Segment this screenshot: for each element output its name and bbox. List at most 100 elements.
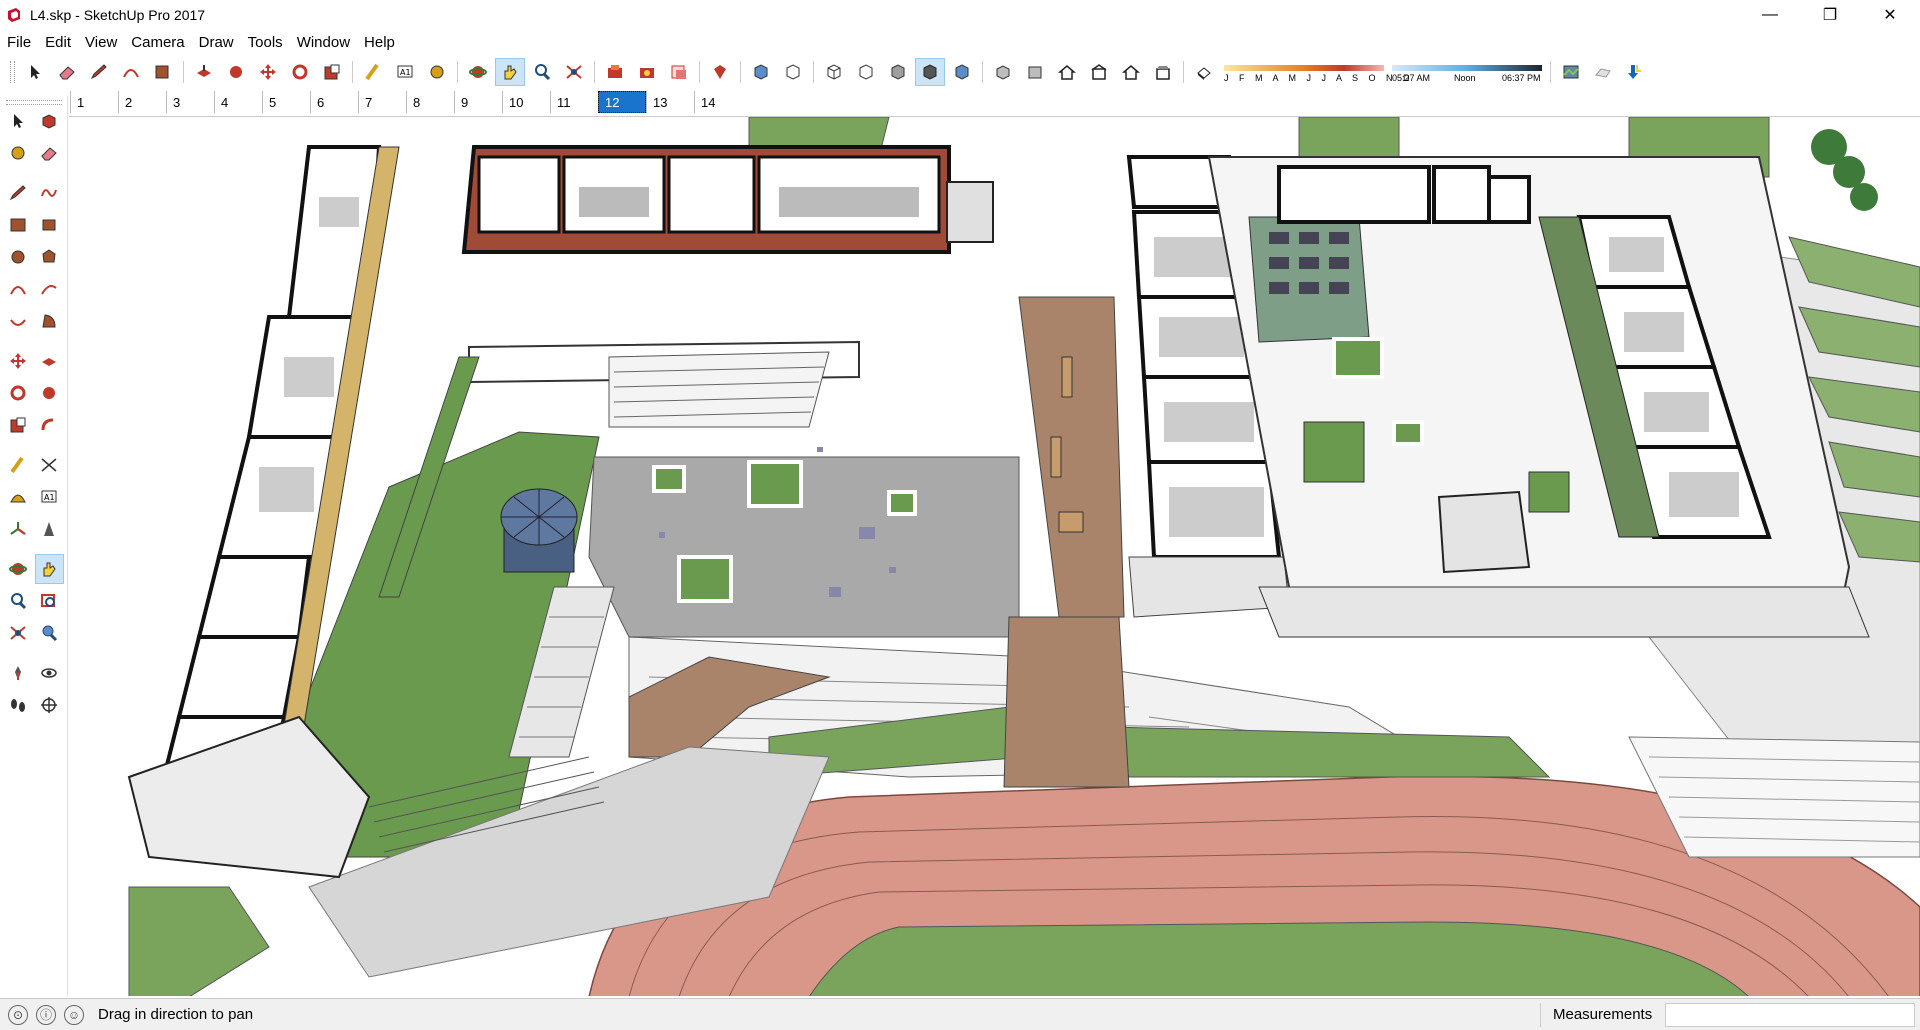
scene-tab[interactable]: 1 [70, 91, 118, 113]
two-point-arc-icon[interactable] [36, 275, 64, 303]
select-icon[interactable] [4, 107, 32, 135]
shadows-toggle-icon[interactable] [1190, 59, 1218, 85]
walk-icon[interactable] [4, 691, 32, 719]
send-to-layout-icon[interactable] [665, 59, 693, 85]
paint-bucket-icon[interactable] [4, 139, 32, 167]
warehouse-icon[interactable] [601, 59, 629, 85]
line-icon[interactable] [4, 179, 32, 207]
measurements-input[interactable] [1665, 1003, 1915, 1027]
back-view-icon[interactable] [1117, 59, 1145, 85]
pencil-icon[interactable] [85, 59, 113, 85]
scene-tab[interactable]: 6 [310, 91, 358, 113]
rotate-icon[interactable] [286, 59, 314, 85]
geo-location-status-icon[interactable]: ⊙ [8, 1004, 28, 1025]
left-view-icon[interactable] [1149, 59, 1177, 85]
upload-icon[interactable] [1621, 59, 1649, 85]
rotate-icon[interactable] [4, 379, 32, 407]
scene-tab[interactable]: 14 [694, 91, 742, 113]
make-component-icon[interactable] [36, 107, 64, 135]
previous-view-icon[interactable] [36, 619, 64, 647]
follow-me-icon[interactable] [36, 379, 64, 407]
back-edges-icon[interactable] [779, 59, 807, 85]
credits-info-icon[interactable]: ⓘ [36, 1004, 56, 1025]
shadow-date-slider[interactable]: J F M A M J J A S O N D [1224, 60, 1410, 84]
shadow-time-slider[interactable]: 05:27 AM Noon 06:37 PM [1392, 60, 1542, 84]
rectangle-icon[interactable] [4, 211, 32, 239]
iso-icon[interactable] [989, 59, 1017, 85]
scale-icon[interactable] [4, 411, 32, 439]
offset-icon[interactable] [36, 411, 64, 439]
zoom-icon[interactable] [528, 59, 556, 85]
tape-measure-icon[interactable] [359, 59, 387, 85]
tape-measure-icon[interactable] [4, 451, 32, 479]
menu-window[interactable]: Window [290, 34, 357, 51]
menu-file[interactable]: File [0, 34, 38, 51]
protractor-icon[interactable] [4, 483, 32, 511]
scene-tab[interactable]: 9 [454, 91, 502, 113]
menu-draw[interactable]: Draw [192, 34, 241, 51]
zoom-extents-icon[interactable] [560, 59, 588, 85]
top-view-icon[interactable] [1021, 59, 1049, 85]
extension-warehouse-icon[interactable] [633, 59, 661, 85]
scene-tab[interactable]: 3 [166, 91, 214, 113]
move-icon[interactable] [4, 347, 32, 375]
model-viewport[interactable] [69, 116, 1920, 996]
menu-help[interactable]: Help [357, 34, 402, 51]
follow-me-icon[interactable] [222, 59, 250, 85]
pan-icon[interactable] [495, 58, 525, 86]
orbit-icon[interactable] [464, 59, 492, 85]
zoom-extents-icon[interactable] [4, 619, 32, 647]
menu-view[interactable]: View [78, 34, 124, 51]
minimize-button[interactable]: — [1740, 0, 1800, 30]
shaded-textures-icon[interactable] [915, 58, 945, 86]
look-around-icon[interactable] [36, 659, 64, 687]
close-button[interactable]: ✕ [1860, 0, 1920, 30]
polygon-icon[interactable] [36, 243, 64, 271]
scene-tab[interactable]: 10 [502, 91, 550, 113]
paint-icon[interactable] [423, 59, 451, 85]
scene-tab[interactable]: 7 [358, 91, 406, 113]
sandbox-icon[interactable] [1589, 59, 1617, 85]
shaded-icon[interactable] [884, 59, 912, 85]
circle-icon[interactable] [4, 243, 32, 271]
xray-icon[interactable] [747, 59, 775, 85]
section-plane-icon[interactable] [36, 691, 64, 719]
paint-bucket-icon[interactable] [149, 59, 177, 85]
scene-tab[interactable]: 5 [262, 91, 310, 113]
toolbar-grip[interactable] [10, 61, 15, 83]
text-icon[interactable]: A1 [391, 59, 419, 85]
text-icon[interactable]: A1 [36, 483, 64, 511]
orbit-icon[interactable] [4, 555, 32, 583]
pan-icon[interactable] [34, 554, 64, 584]
scene-tab[interactable]: 8 [406, 91, 454, 113]
geo-location-icon[interactable] [1557, 59, 1585, 85]
right-view-icon[interactable] [1085, 59, 1113, 85]
pie-icon[interactable] [36, 307, 64, 335]
user-account-icon[interactable]: ☺ [64, 1004, 84, 1025]
arc-icon[interactable] [117, 59, 145, 85]
move-icon[interactable] [254, 59, 282, 85]
maximize-button[interactable]: ❐ [1800, 0, 1860, 30]
scene-tab-active[interactable]: 12 [598, 91, 646, 113]
3d-text-icon[interactable] [36, 515, 64, 543]
zoom-window-icon[interactable] [36, 587, 64, 615]
rotated-rectangle-icon[interactable] [36, 211, 64, 239]
wireframe-icon[interactable] [820, 59, 848, 85]
menu-edit[interactable]: Edit [38, 34, 78, 51]
ruby-icon[interactable] [706, 59, 734, 85]
eraser-icon[interactable] [53, 59, 81, 85]
scene-tab[interactable]: 2 [118, 91, 166, 113]
push-pull-icon[interactable] [190, 59, 218, 85]
three-point-arc-icon[interactable] [4, 307, 32, 335]
menu-tools[interactable]: Tools [241, 34, 290, 51]
menu-camera[interactable]: Camera [124, 34, 191, 51]
freehand-icon[interactable] [36, 179, 64, 207]
monochrome-icon[interactable] [948, 59, 976, 85]
eraser-icon[interactable] [36, 139, 64, 167]
model-scene[interactable] [69, 117, 1920, 996]
scale-icon[interactable] [318, 59, 346, 85]
select-icon[interactable] [21, 59, 49, 85]
position-camera-icon[interactable] [4, 659, 32, 687]
zoom-icon[interactable] [4, 587, 32, 615]
front-view-icon[interactable] [1053, 59, 1081, 85]
